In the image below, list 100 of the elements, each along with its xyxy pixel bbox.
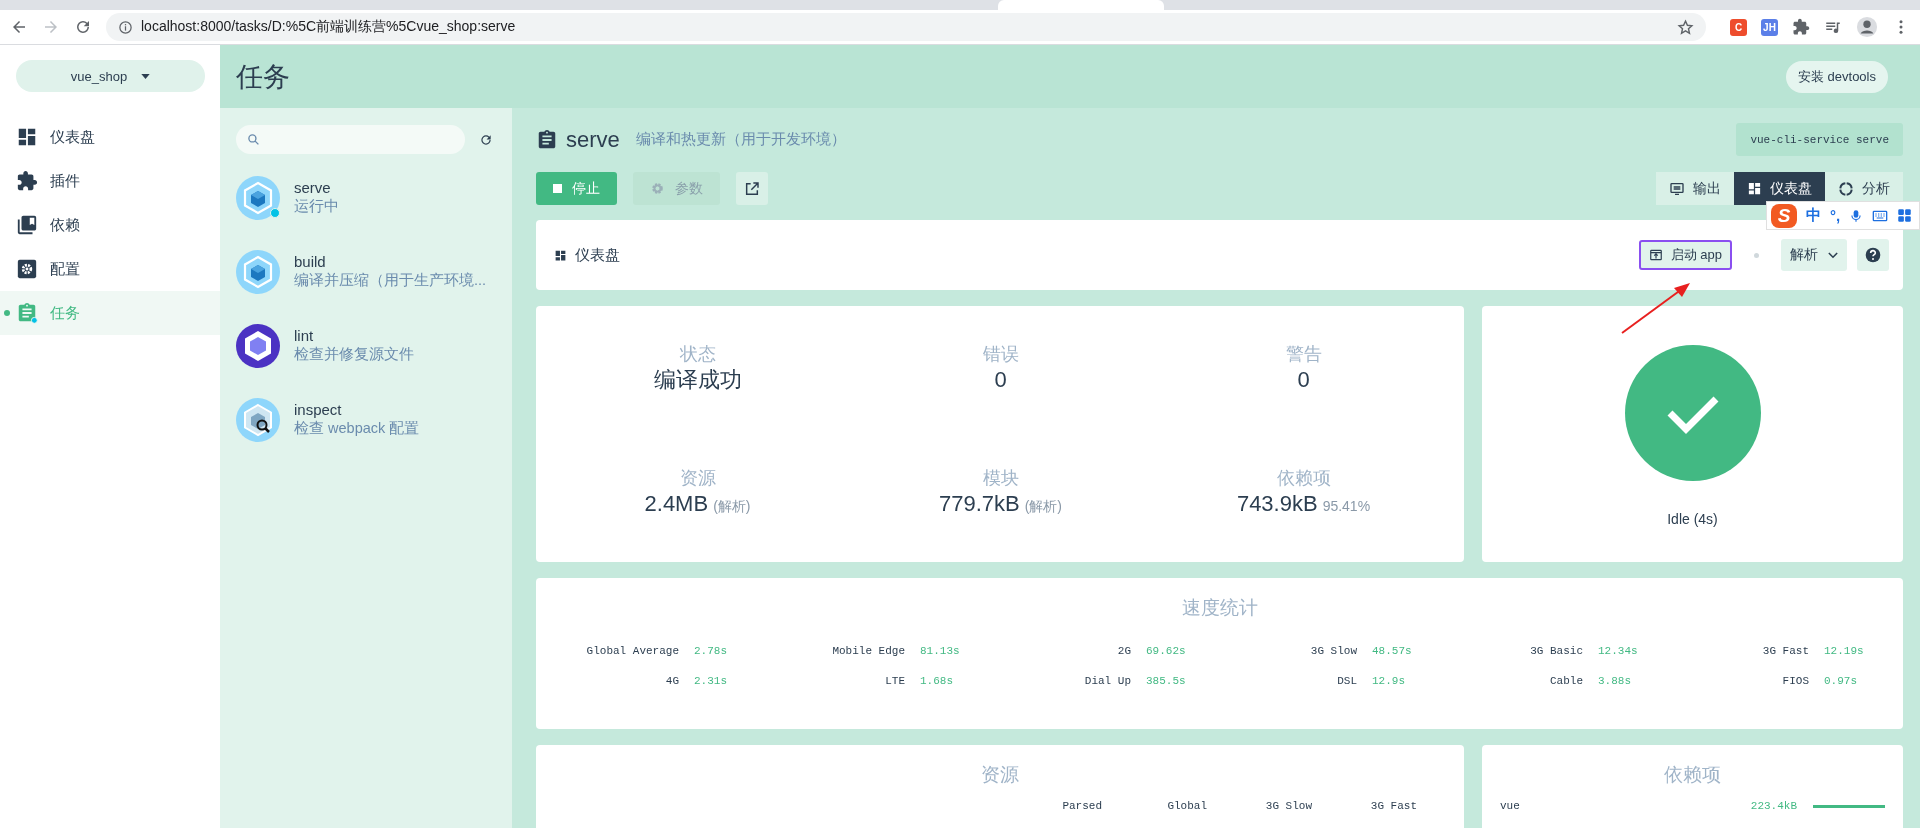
url-text: localhost:8000/tasks/D:%5C前端训练营%5Cvue_shop:serve (141, 18, 517, 36)
view-tab[interactable]: 仪表盘 (1734, 172, 1825, 205)
launch-app-button[interactable]: 启动 app (1638, 240, 1732, 270)
puzzle-icon (16, 170, 38, 192)
task-name[interactable]: serve (294, 178, 339, 197)
extension-icon[interactable]: JH (1761, 18, 1778, 36)
nav-item[interactable]: 依赖 (0, 203, 220, 247)
mode-dropdown[interactable]: 解析 (1781, 239, 1847, 271)
stat-label: 状态 (679, 343, 716, 366)
column-header: 3G Fast (1369, 800, 1417, 812)
search-icon (247, 133, 260, 146)
chevron-icon (1828, 251, 1838, 259)
success-check-icon (1624, 345, 1761, 481)
punctuation-label[interactable]: °, (1830, 207, 1841, 224)
task-title: serve (566, 126, 620, 153)
help-button[interactable] (1857, 239, 1889, 271)
card-title: 资源 (980, 763, 1020, 787)
reload-icon[interactable] (74, 18, 92, 36)
network-label: 2G (1116, 644, 1131, 659)
task-description: 编译和热更新（用于开发环境） (635, 130, 846, 149)
book-icon (16, 214, 38, 236)
star-icon[interactable] (1677, 18, 1694, 36)
grid-icon[interactable] (1897, 208, 1913, 223)
network-label: 3G Fast (1761, 644, 1809, 659)
separator-dot (1754, 252, 1759, 258)
cube-icon (236, 250, 280, 294)
install-devtools-button[interactable]: 安装 devtools (1785, 60, 1888, 93)
microphone-icon[interactable] (1849, 207, 1864, 224)
task-name[interactable]: lint (294, 326, 414, 345)
clipboard-icon (16, 302, 38, 324)
cube-icon (236, 176, 280, 220)
network-label: 3G Slow (1309, 644, 1357, 659)
nav-item[interactable]: 仪表盘 (0, 115, 220, 159)
panel-title: 仪表盘 (575, 245, 620, 265)
load-time: 12.34s (1598, 644, 1639, 659)
info-icon (118, 19, 133, 35)
clipboard-icon (536, 128, 558, 151)
task-description: 编译并压缩（用于生产环境... (294, 271, 487, 290)
open-external-button[interactable] (736, 172, 768, 205)
command-label: vue-cli-service serve (1736, 123, 1903, 156)
load-time: 2.78s (694, 644, 728, 659)
network-label: FIOS (1781, 674, 1809, 689)
load-time: 12.9s (1372, 674, 1406, 689)
column-header: Global (1166, 800, 1207, 812)
load-time: 0.97s (1824, 674, 1858, 689)
monitor-icon (1669, 180, 1685, 197)
dashboard-icon (1747, 181, 1762, 196)
card-title: 依赖项 (1663, 763, 1722, 787)
avatar-icon[interactable] (1856, 16, 1878, 38)
network-label: 4G (664, 674, 679, 689)
load-time: 12.19s (1824, 644, 1865, 659)
network-label: Mobile Edge (831, 644, 905, 659)
card-title: 速度统计 (1180, 596, 1259, 620)
view-tab[interactable]: 输出 (1656, 172, 1734, 205)
stat-value: 743.9kB (1236, 490, 1318, 518)
nav-item[interactable]: 插件 (0, 159, 220, 203)
donut-chart-icon (1838, 180, 1854, 197)
stat-value: 编译成功 (653, 366, 742, 394)
task-description: 检查 webpack 配置 (294, 419, 420, 438)
load-time: 3.88s (1598, 674, 1632, 689)
load-time: 1.68s (920, 674, 954, 689)
dashboard-icon (554, 248, 567, 262)
project-selector[interactable]: vue_shop (16, 60, 205, 92)
network-label: DSL (1336, 674, 1357, 689)
task-name[interactable]: build (294, 252, 487, 271)
network-label: Global Average (585, 644, 679, 659)
stat-note: (解析) (1024, 498, 1063, 516)
active-dot (4, 310, 10, 316)
stat-value: 2.4MB (644, 490, 709, 518)
ime-logo: S (1771, 203, 1797, 228)
open-window-icon (1648, 248, 1663, 262)
puzzle-icon[interactable] (1792, 18, 1810, 36)
stop-icon (553, 184, 562, 193)
column-header: 3G Slow (1264, 800, 1312, 812)
dashboard-icon (16, 126, 38, 148)
extension-icon[interactable]: C (1730, 18, 1747, 36)
stat-value: 0 (994, 366, 1007, 394)
help-icon (1865, 247, 1881, 263)
settings-icon (16, 258, 38, 280)
task-description: 检查并修复源文件 (294, 345, 414, 364)
nav-item[interactable]: 配置 (0, 247, 220, 291)
load-time: 2.31s (694, 674, 728, 689)
external-link-icon (744, 180, 760, 197)
network-label: 3G Basic (1529, 644, 1583, 659)
load-time: 385.5s (1146, 674, 1187, 689)
stat-note: 95.41% (1322, 498, 1371, 514)
address-bar[interactable]: localhost:8000/tasks/D:%5C前端训练营%5Cvue_shop:serve (106, 13, 1706, 41)
stat-note: (解析) (713, 498, 751, 516)
task-name[interactable]: inspect (294, 400, 420, 419)
dependency-size: 223.4kB (1750, 800, 1797, 812)
input-mode-label[interactable]: 中 (1806, 206, 1821, 225)
search-field[interactable] (236, 125, 465, 154)
load-time: 81.13s (920, 644, 961, 659)
network-label: LTE (884, 674, 905, 689)
stat-label: 资源 (679, 467, 716, 490)
refresh-icon[interactable] (479, 132, 493, 147)
stat-label: 警告 (1285, 343, 1322, 366)
page-title: 任务 (236, 60, 290, 94)
gear-icon (650, 181, 665, 196)
column-header: Parsed (1061, 800, 1102, 812)
